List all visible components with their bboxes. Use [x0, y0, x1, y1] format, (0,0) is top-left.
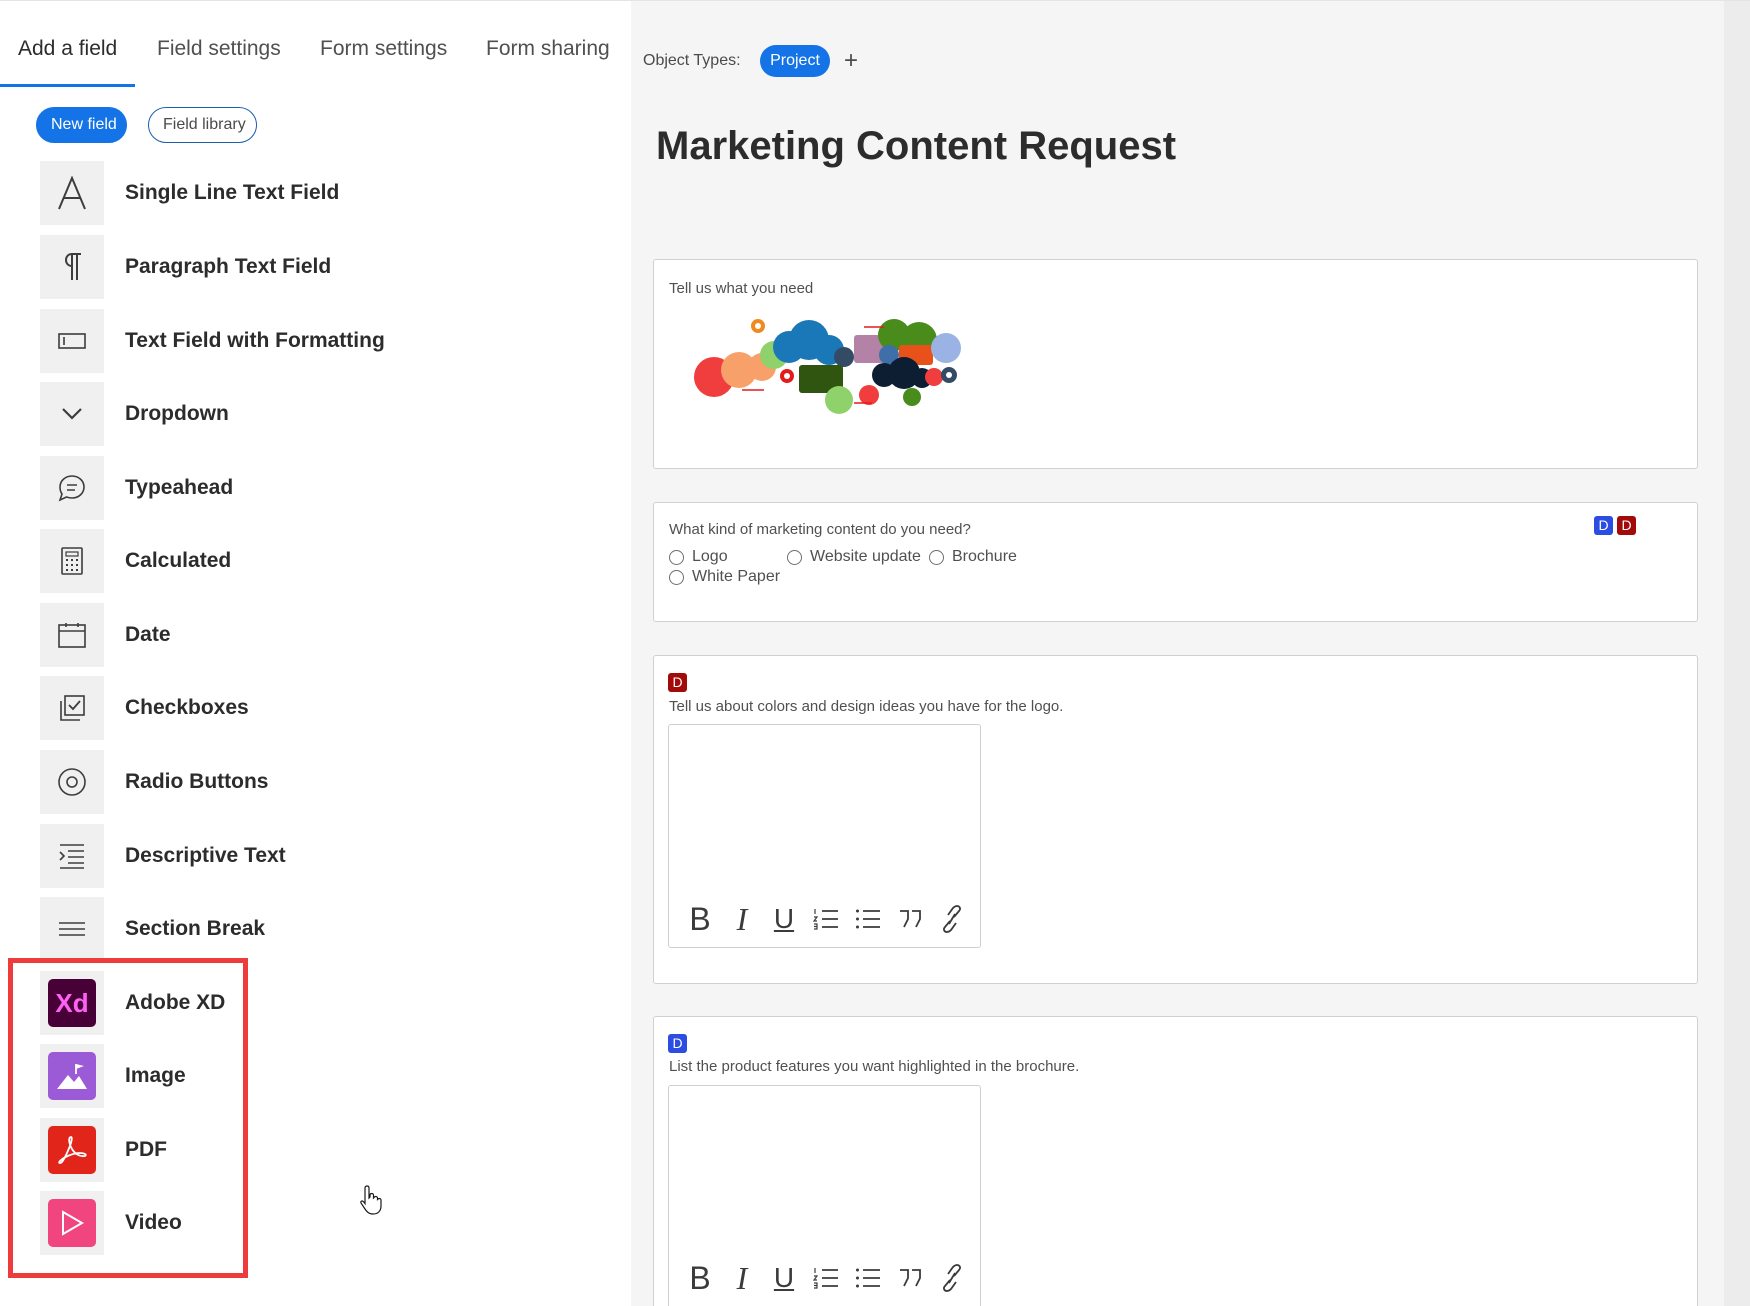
field-item-calculated[interactable]: Calculated [40, 529, 600, 593]
radio-circle [787, 549, 802, 565]
field-label: Calculated [125, 549, 232, 572]
radio-label: Logo [692, 548, 728, 565]
quote-icon[interactable] [889, 903, 931, 935]
field-item-descriptive-text[interactable]: Descriptive Text [40, 824, 600, 888]
bold-button[interactable]: B [679, 1260, 721, 1296]
form-section-logo-ideas[interactable]: D Tell us about colors and design ideas … [653, 655, 1698, 984]
tab-form-settings[interactable]: Form settings [320, 37, 447, 61]
italic-button[interactable]: I [721, 901, 763, 937]
field-label: Descriptive Text [125, 844, 286, 867]
field-label: Text Field with Formatting [125, 329, 385, 352]
section-label: List the product features you want highl… [669, 1058, 1080, 1075]
app-root: Add a field Field settings Form settings… [0, 0, 1750, 1306]
field-item-paragraph-text[interactable]: Paragraph Text Field [40, 235, 600, 299]
rich-text-toolbar: B I U [679, 1260, 973, 1296]
field-panel: Add a field Field settings Form settings… [0, 0, 631, 1306]
display-logic-badge[interactable]: D [1617, 516, 1636, 535]
field-item-section-break[interactable]: Section Break [40, 897, 600, 961]
field-label: Radio Buttons [125, 770, 269, 793]
link-icon[interactable] [931, 903, 973, 935]
section-break-icon [40, 897, 104, 961]
field-label: Single Line Text Field [125, 181, 340, 204]
field-library-button[interactable]: Field library [148, 107, 257, 143]
bold-button[interactable]: B [679, 901, 721, 937]
link-icon[interactable] [931, 1262, 973, 1294]
marketing-clouds-illustration [694, 315, 964, 420]
display-logic-badge[interactable]: D [668, 673, 687, 692]
field-item-date[interactable]: Date [40, 603, 600, 667]
section-label: What kind of marketing content do you ne… [669, 521, 971, 538]
new-field-button[interactable]: New field [36, 107, 127, 143]
tab-form-sharing[interactable]: Form sharing [486, 37, 610, 61]
display-logic-badge[interactable]: D [668, 1034, 687, 1053]
field-item-text-with-formatting[interactable]: Text Field with Formatting [40, 309, 600, 373]
calendar-icon [40, 603, 104, 667]
form-section-brochure-features[interactable]: D List the product features you want hig… [653, 1016, 1698, 1306]
hand-cursor-icon [358, 1184, 386, 1221]
field-item-radio-buttons[interactable]: Radio Buttons [40, 750, 600, 814]
rich-text-editor[interactable]: B I U [668, 724, 981, 948]
rich-text-editor[interactable]: B I U [668, 1085, 981, 1306]
field-item-typeahead[interactable]: Typeahead [40, 456, 600, 520]
radio-option-brochure[interactable]: Brochure [929, 548, 1017, 566]
field-item-checkboxes[interactable]: Checkboxes [40, 676, 600, 740]
field-item-single-line-text[interactable]: Single Line Text Field [40, 161, 600, 225]
radio-circle [669, 549, 684, 565]
underline-button[interactable]: U [763, 903, 805, 935]
calculator-icon [40, 529, 104, 593]
speech-bubble-icon [40, 456, 104, 520]
form-title[interactable]: Marketing Content Request [656, 124, 1176, 169]
radio-circle [929, 549, 944, 565]
radio-label: Website update [810, 548, 921, 565]
bullet-list-icon[interactable] [847, 1262, 889, 1294]
tab-add-a-field[interactable]: Add a field [18, 37, 117, 61]
paragraph-icon [40, 235, 104, 299]
radio-label: White Paper [692, 568, 781, 585]
field-label: Typeahead [125, 476, 234, 499]
radio-circle [669, 569, 684, 585]
radio-option-logo[interactable]: Logo [669, 548, 728, 566]
radio-option-website-update[interactable]: Website update [787, 548, 921, 566]
field-label: Section Break [125, 917, 266, 940]
field-item-dropdown[interactable]: Dropdown [40, 382, 600, 446]
add-object-type-button[interactable]: + [844, 47, 858, 75]
numbered-list-icon[interactable] [805, 1262, 847, 1294]
form-preview: Object Types: Project + Marketing Conten… [631, 0, 1750, 1306]
letter-a-icon [40, 161, 104, 225]
vertical-scrollbar[interactable] [1724, 1, 1750, 1306]
field-label: Date [125, 623, 171, 646]
text-box-icon [40, 309, 104, 373]
field-label: Paragraph Text Field [125, 255, 332, 278]
rich-text-toolbar: B I U [679, 901, 973, 937]
tab-field-settings[interactable]: Field settings [157, 37, 281, 61]
active-tab-indicator [0, 84, 135, 87]
field-label: Checkboxes [125, 696, 249, 719]
object-type-project-tag[interactable]: Project [760, 45, 830, 77]
numbered-list-icon[interactable] [805, 903, 847, 935]
radio-label: Brochure [952, 548, 1017, 565]
quote-icon[interactable] [889, 1262, 931, 1294]
display-logic-badge[interactable]: D [1594, 516, 1613, 535]
object-types-label: Object Types: [643, 52, 741, 69]
radio-option-white-paper[interactable]: White Paper [669, 568, 780, 586]
chevron-down-icon [40, 382, 104, 446]
panel-tabs: Add a field Field settings Form settings… [0, 1, 631, 87]
checkbox-icon [40, 676, 104, 740]
field-label: Dropdown [125, 402, 229, 425]
section-label: Tell us about colors and design ideas yo… [669, 698, 1064, 715]
descriptive-text-icon [40, 824, 104, 888]
italic-button[interactable]: I [721, 1260, 763, 1296]
bullet-list-icon[interactable] [847, 903, 889, 935]
underline-button[interactable]: U [763, 1262, 805, 1294]
form-section-content-type[interactable]: What kind of marketing content do you ne… [653, 502, 1698, 622]
highlight-annotation [8, 958, 248, 1278]
section-label: Tell us what you need [669, 280, 814, 297]
radio-icon [40, 750, 104, 814]
form-section-image[interactable]: Tell us what you need [653, 259, 1698, 469]
